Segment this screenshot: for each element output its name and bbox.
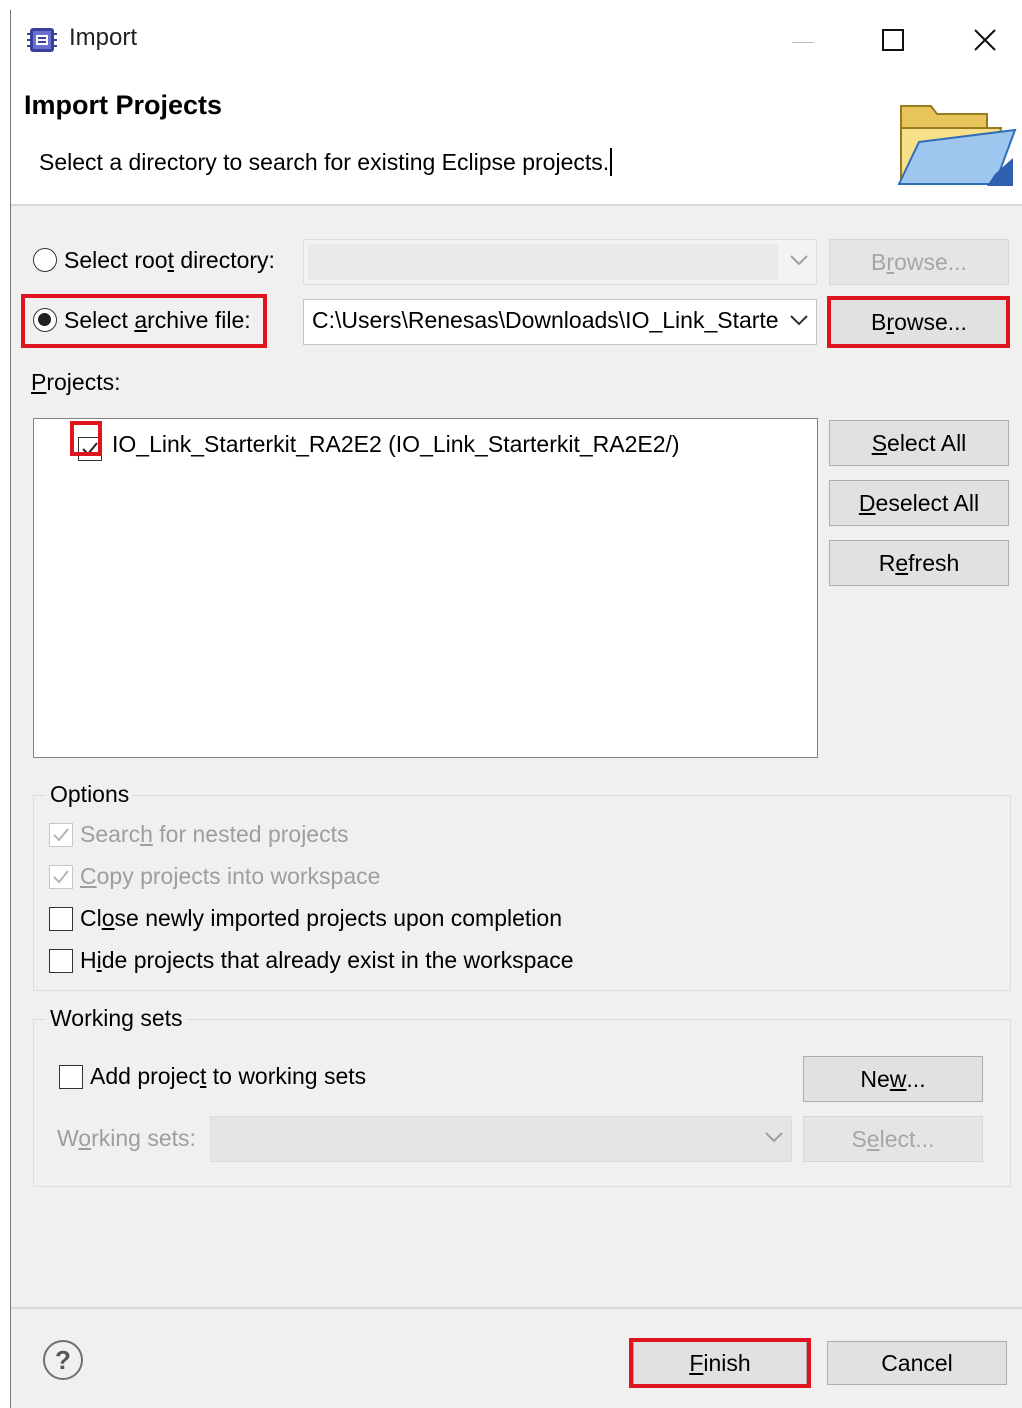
working-sets-legend: Working sets (46, 1005, 187, 1032)
checkmark-icon (53, 828, 69, 842)
nested-projects-label: Search for nested projects (80, 821, 349, 847)
import-dialog: Import Import Projects Select a director… (10, 10, 1022, 1408)
archive-file-radio[interactable] (33, 308, 57, 332)
projects-list[interactable]: IO_Link_Starterkit_RA2E2 (IO_Link_Starte… (33, 418, 818, 758)
select-working-set-button[interactable]: Se lect... (803, 1116, 983, 1162)
archive-file-label: Select archive file: (64, 307, 251, 333)
copy-projects-checkbox[interactable] (49, 865, 73, 889)
minimize-icon (792, 41, 814, 43)
nested-projects-checkbox[interactable] (49, 823, 73, 847)
close-icon (974, 29, 996, 51)
chevron-down-icon (790, 315, 808, 326)
page-description: Select a directory to search for existin… (39, 148, 613, 176)
projects-label: Projects: (31, 369, 121, 395)
copy-projects-label: Copy projects into workspace (80, 863, 381, 889)
chevron-down-icon (765, 1132, 783, 1143)
list-item[interactable]: IO_Link_Starterkit_RA2E2 (IO_Link_Starte… (74, 427, 774, 461)
archive-file-combo[interactable]: C:\Users\Renesas\Downloads\IO_Link_Start… (303, 299, 817, 345)
options-legend: Options (46, 781, 134, 808)
hide-projects-label: Hide projects that already exist in the … (80, 947, 574, 973)
help-icon[interactable]: ? (43, 1340, 83, 1380)
browse-root-button[interactable]: Br owse... (829, 239, 1009, 285)
refresh-button[interactable]: Re fresh (829, 540, 1009, 586)
page-title: Import Projects (24, 90, 223, 120)
project-label: IO_Link_Starterkit_RA2E2 (IO_Link_Starte… (112, 431, 680, 457)
minimize-button[interactable] (781, 20, 825, 60)
chevron-down-icon (790, 255, 808, 266)
footer-divider (11, 1307, 1022, 1309)
project-checkbox[interactable] (78, 437, 102, 461)
working-sets-label: Working sets: (57, 1125, 196, 1151)
maximize-icon (882, 29, 904, 51)
checkmark-icon (53, 870, 69, 884)
wizard-header: Import Projects Select a directory to se… (11, 70, 1022, 206)
browse-archive-button[interactable]: Br owse... (829, 299, 1009, 345)
root-directory-radio[interactable] (33, 248, 57, 272)
root-directory-label: Select root directory: (64, 247, 275, 273)
checkmark-icon (82, 442, 98, 456)
deselect-all-button[interactable]: Deselect All (829, 480, 1009, 526)
root-directory-combo[interactable] (303, 239, 817, 285)
add-to-working-sets-checkbox[interactable] (59, 1065, 83, 1089)
add-to-working-sets-label: Add project to working sets (90, 1063, 367, 1089)
eclipse-app-icon (27, 28, 57, 52)
window-title: Import (69, 24, 138, 51)
cancel-button[interactable]: Cancel (827, 1341, 1007, 1385)
finish-button[interactable]: Finish (633, 1341, 807, 1385)
close-button[interactable] (963, 20, 1007, 60)
working-sets-combo[interactable] (210, 1116, 792, 1162)
close-projects-label: Close newly imported projects upon compl… (80, 905, 562, 931)
close-projects-checkbox[interactable] (49, 907, 73, 931)
archive-file-path: C:\Users\Renesas\Downloads\IO_Link_Start… (312, 307, 778, 333)
hide-projects-checkbox[interactable] (49, 949, 73, 973)
title-bar: Import (11, 10, 1022, 70)
maximize-button[interactable] (871, 20, 915, 60)
folder-open-icon (897, 105, 1017, 186)
new-working-set-button[interactable]: Ne w... (803, 1056, 983, 1102)
select-all-button[interactable]: Select All (829, 420, 1009, 466)
